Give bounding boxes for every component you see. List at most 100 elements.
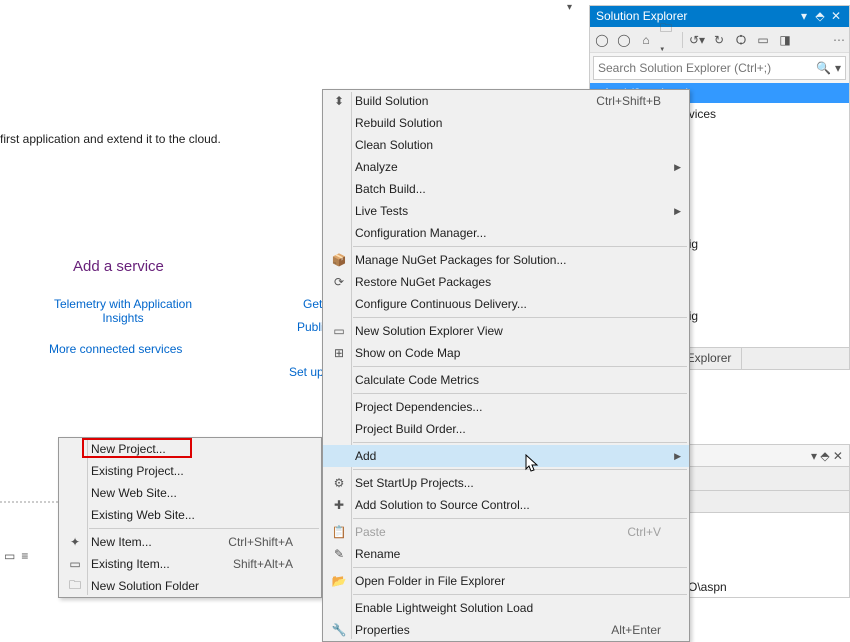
menu-label: Paste: [351, 525, 609, 539]
status-icon-2[interactable]: ≡: [21, 549, 28, 563]
menu-item-set-startup-projects[interactable]: ⚙Set StartUp Projects...: [323, 472, 689, 494]
context-menu: ⬍Build SolutionCtrl+Shift+BRebuild Solut…: [322, 89, 690, 642]
menu-label: Configure Continuous Delivery...: [351, 297, 661, 311]
menu-item-manage-nuget-packages-for-solution[interactable]: 📦Manage NuGet Packages for Solution...: [323, 249, 689, 271]
sync-icon[interactable]: 🗀▾: [660, 32, 676, 48]
show-all-icon[interactable]: ▭: [755, 32, 771, 48]
menu-item-open-folder-in-file-explorer[interactable]: 📂Open Folder in File Explorer: [323, 570, 689, 592]
menu-label: Properties: [351, 623, 593, 637]
menu-item-project-dependencies[interactable]: Project Dependencies...: [323, 396, 689, 418]
menu-item-enable-lightweight-solution-load[interactable]: Enable Lightweight Solution Load: [323, 597, 689, 619]
overflow-icon[interactable]: ⋯: [833, 33, 845, 47]
menu-item-existing-web-site[interactable]: Existing Web Site...: [59, 504, 321, 526]
toolbar-dropdown-icon[interactable]: ▾: [567, 2, 572, 13]
menu-label: Build Solution: [351, 94, 578, 108]
back-icon[interactable]: ◯: [594, 32, 610, 48]
menu-label: Live Tests: [351, 204, 661, 218]
solution-explorer-titlebar[interactable]: Solution Explorer ▾ ⬘ ✕: [590, 6, 849, 27]
menu-label: Calculate Code Metrics: [351, 373, 661, 387]
refresh-history-icon[interactable]: ↺▾: [689, 32, 705, 48]
search-input[interactable]: [598, 61, 816, 75]
menu-item-project-build-order[interactable]: Project Build Order...: [323, 418, 689, 440]
folder-icon: 🗀: [63, 576, 87, 597]
menu-item-live-tests[interactable]: Live Tests▶: [323, 200, 689, 222]
menu-item-configuration-manager[interactable]: Configuration Manager...: [323, 222, 689, 244]
menu-item-add[interactable]: Add ▶: [323, 445, 689, 467]
menu-label: Clean Solution: [351, 138, 661, 152]
menu-label: Project Dependencies...: [351, 400, 661, 414]
menu-item-new-web-site[interactable]: New Web Site...: [59, 482, 321, 504]
menu-item-configure-continuous-delivery[interactable]: Configure Continuous Delivery...: [323, 293, 689, 315]
menu-label: Set StartUp Projects...: [351, 476, 661, 490]
restore-icon: ⟳: [327, 275, 351, 289]
new-view-icon: ▭: [327, 324, 351, 338]
menu-shortcut: Ctrl+Shift+B: [578, 94, 661, 108]
menu-shortcut: Shift+Alt+A: [215, 557, 293, 571]
menu-item-restore-nuget-packages[interactable]: ⟳Restore NuGet Packages: [323, 271, 689, 293]
search-dropdown-icon[interactable]: ▾: [835, 61, 841, 75]
codemap-icon: ⊞: [327, 346, 351, 360]
menu-item-build-solution[interactable]: ⬍Build SolutionCtrl+Shift+B: [323, 90, 689, 112]
menu-label: Existing Project...: [87, 464, 293, 478]
menu-item-batch-build[interactable]: Batch Build...: [323, 178, 689, 200]
existing-item-icon: ▭: [63, 557, 87, 571]
menu-label: New Solution Folder: [87, 579, 293, 593]
menu-label: Open Folder in File Explorer: [351, 574, 661, 588]
menu-label: Batch Build...: [351, 182, 661, 196]
menu-shortcut: Alt+Enter: [593, 623, 661, 637]
status-icon-1[interactable]: ▭: [4, 549, 15, 563]
menu-item-clean-solution[interactable]: Clean Solution: [323, 134, 689, 156]
paste-icon: 📋: [327, 525, 351, 539]
refresh-icon[interactable]: Ѻ: [733, 32, 749, 48]
menu-label: New Web Site...: [87, 486, 293, 500]
telemetry-link[interactable]: Telemetry with Application Insights: [38, 297, 208, 325]
menu-item-existing-item[interactable]: ▭Existing Item...Shift+Alt+A: [59, 553, 321, 575]
menu-item-properties[interactable]: 🔧PropertiesAlt+Enter: [323, 619, 689, 641]
menu-shortcut: Ctrl+V: [609, 525, 661, 539]
search-icon[interactable]: 🔍: [816, 61, 831, 75]
home-icon[interactable]: ⌂: [638, 32, 654, 48]
more-services-link[interactable]: More connected services: [49, 342, 182, 356]
menu-item-analyze[interactable]: Analyze ▶: [323, 156, 689, 178]
menu-label: Rename: [351, 547, 661, 561]
menu-item-existing-project[interactable]: Existing Project...: [59, 460, 321, 482]
submenu-arrow-icon: ▶: [674, 162, 681, 173]
menu-item-new-solution-folder[interactable]: 🗀New Solution Folder: [59, 575, 321, 597]
collapse-icon[interactable]: ↻: [711, 32, 727, 48]
menu-label: Manage NuGet Packages for Solution...: [351, 253, 661, 267]
menu-item-new-item[interactable]: ✦New Item...Ctrl+Shift+A: [59, 531, 321, 553]
menu-label: Restore NuGet Packages: [351, 275, 661, 289]
menu-item-show-on-code-map[interactable]: ⊞Show on Code Map: [323, 342, 689, 364]
menu-shortcut: Ctrl+Shift+A: [210, 535, 293, 549]
dropdown-icon[interactable]: ▾: [797, 6, 811, 27]
status-icons: ▭ ≡: [4, 549, 28, 563]
add-service-heading: Add a service: [73, 258, 164, 275]
build-icon: ⬍: [327, 94, 351, 108]
menu-item-rebuild-solution[interactable]: Rebuild Solution: [323, 112, 689, 134]
solution-explorer-toolbar: ◯ ◯ ⌂ 🗀▾ ↺▾ ↻ Ѻ ▭ ◨ ⋯: [590, 27, 849, 53]
properties-icon[interactable]: ◨: [777, 32, 793, 48]
menu-label: Configuration Manager...: [351, 226, 661, 240]
menu-item-calculate-code-metrics[interactable]: Calculate Code Metrics: [323, 369, 689, 391]
forward-icon[interactable]: ◯: [616, 32, 632, 48]
menu-item-new-solution-explorer-view[interactable]: ▭New Solution Explorer View: [323, 320, 689, 342]
nuget-icon: 📦: [327, 253, 351, 267]
menu-item-add-solution-to-source-control[interactable]: ✚Add Solution to Source Control...: [323, 494, 689, 516]
submenu-arrow-icon: ▶: [674, 451, 681, 462]
menu-label: Enable Lightweight Solution Load: [351, 601, 661, 615]
menu-item-new-project[interactable]: New Project...: [59, 438, 321, 460]
search-box[interactable]: 🔍 ▾: [593, 56, 846, 80]
menu-label: Existing Web Site...: [87, 508, 293, 522]
open-folder-icon: 📂: [327, 574, 351, 588]
menu-label: Analyze: [351, 160, 661, 174]
startup-icon: ⚙: [327, 476, 351, 490]
pin-icon[interactable]: ⬘: [813, 6, 827, 27]
dropdown-icon[interactable]: ▾ ⬘ ✕: [811, 449, 843, 463]
menu-label: Add: [351, 449, 661, 463]
props-icon: 🔧: [327, 623, 351, 637]
menu-label: Show on Code Map: [351, 346, 661, 360]
rename-icon: ✎: [327, 547, 351, 561]
menu-item-rename[interactable]: ✎Rename: [323, 543, 689, 565]
close-icon[interactable]: ✕: [829, 6, 843, 27]
menu-label: New Item...: [87, 535, 210, 549]
